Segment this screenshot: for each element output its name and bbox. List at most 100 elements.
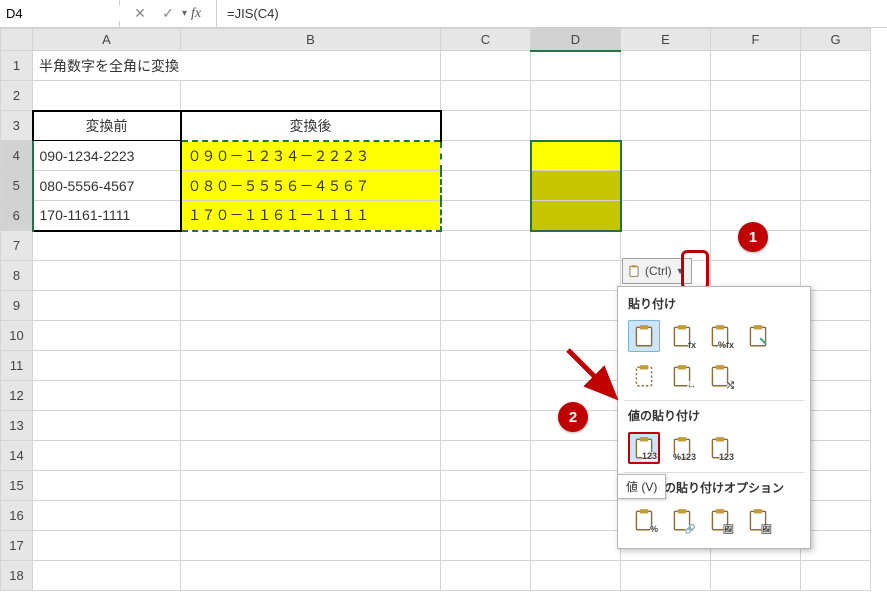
cell-C1[interactable] [441,51,531,81]
col-header-A[interactable]: A [33,29,181,51]
cell-G12[interactable] [801,381,871,411]
paste-option-formulas-number-format[interactable]: %fx [704,320,736,352]
cell-G5[interactable] [801,171,871,201]
paste-option-picture[interactable]: 🖼 [704,504,736,536]
cell-E18[interactable] [621,561,711,591]
cell-A11[interactable] [33,351,181,381]
cell-A8[interactable] [33,261,181,291]
col-header-D[interactable]: D [531,29,621,51]
cell-C4[interactable] [441,141,531,171]
cell-B4[interactable]: ０９０－１２３４－２２２３ [181,141,441,171]
cell-C7[interactable] [441,231,531,261]
row-header-3[interactable]: 3 [1,111,33,141]
paste-option-values-source-format[interactable]: 123 [704,432,736,464]
cell-F1[interactable] [711,51,801,81]
row-header-7[interactable]: 7 [1,231,33,261]
paste-option-values-number-format[interactable]: %123 [666,432,698,464]
cell-A10[interactable] [33,321,181,351]
cell-G9[interactable] [801,291,871,321]
cell-D16[interactable] [531,501,621,531]
cell-B16[interactable] [181,501,441,531]
select-all-corner[interactable] [1,29,33,51]
cell-E6[interactable] [621,201,711,231]
col-header-E[interactable]: E [621,29,711,51]
cell-C14[interactable] [441,441,531,471]
cell-A16[interactable] [33,501,181,531]
cell-G10[interactable] [801,321,871,351]
cell-C9[interactable] [441,291,531,321]
cell-A4[interactable]: 090-1234-2223 [33,141,181,171]
cell-B2[interactable] [181,81,441,111]
row-header-16[interactable]: 16 [1,501,33,531]
cell-F3[interactable] [711,111,801,141]
cell-D4[interactable] [531,141,621,171]
cell-C2[interactable] [441,81,531,111]
cell-D14[interactable] [531,441,621,471]
row-header-6[interactable]: 6 [1,201,33,231]
cell-G4[interactable] [801,141,871,171]
row-header-12[interactable]: 12 [1,381,33,411]
cell-D15[interactable] [531,471,621,501]
cell-F2[interactable] [711,81,801,111]
cell-G2[interactable] [801,81,871,111]
cell-C5[interactable] [441,171,531,201]
cell-A15[interactable] [33,471,181,501]
cell-C6[interactable] [441,201,531,231]
cell-D8[interactable] [531,261,621,291]
cell-A9[interactable] [33,291,181,321]
cell-C10[interactable] [441,321,531,351]
cell-A14[interactable] [33,441,181,471]
cell-B11[interactable] [181,351,441,381]
enter-icon[interactable]: ✓ [156,3,180,25]
cell-B10[interactable] [181,321,441,351]
cell-A17[interactable] [33,531,181,561]
cell-A6[interactable]: 170-1161-1111 [33,201,181,231]
row-header-10[interactable]: 10 [1,321,33,351]
cell-D6[interactable] [531,201,621,231]
cell-C3[interactable] [441,111,531,141]
cell-G3[interactable] [801,111,871,141]
cell-A18[interactable] [33,561,181,591]
cell-G14[interactable] [801,441,871,471]
fx-icon[interactable]: fx [184,3,208,25]
cell-D7[interactable] [531,231,621,261]
cell-C15[interactable] [441,471,531,501]
row-header-14[interactable]: 14 [1,441,33,471]
cell-B17[interactable] [181,531,441,561]
cell-G11[interactable] [801,351,871,381]
row-header-1[interactable]: 1 [1,51,33,81]
cell-B3[interactable]: 変換後 [181,111,441,141]
cell-D3[interactable] [531,111,621,141]
paste-option-keep-col-width[interactable]: ↔ [666,360,698,392]
cell-G17[interactable] [801,531,871,561]
cell-E2[interactable] [621,81,711,111]
row-header-15[interactable]: 15 [1,471,33,501]
cell-C11[interactable] [441,351,531,381]
cell-A13[interactable] [33,411,181,441]
cell-B18[interactable] [181,561,441,591]
paste-option-linked-picture[interactable]: 🖼 [742,504,774,536]
cell-B7[interactable] [181,231,441,261]
paste-option-link[interactable]: 🔗 [666,504,698,536]
col-header-C[interactable]: C [441,29,531,51]
cell-C18[interactable] [441,561,531,591]
cell-B15[interactable] [181,471,441,501]
cell-G8[interactable] [801,261,871,291]
paste-option-formatting[interactable]: % [628,504,660,536]
paste-option-transpose[interactable]: ⤭ [704,360,736,392]
formula-input[interactable]: =JIS(C4) [217,6,887,21]
cell-E4[interactable] [621,141,711,171]
cell-D17[interactable] [531,531,621,561]
cell-F5[interactable] [711,171,801,201]
row-header-5[interactable]: 5 [1,171,33,201]
cell-D1[interactable] [531,51,621,81]
cell-G13[interactable] [801,411,871,441]
col-header-B[interactable]: B [181,29,441,51]
cell-A5[interactable]: 080-5556-4567 [33,171,181,201]
paste-option-no-borders[interactable] [628,360,660,392]
cancel-icon[interactable]: ✕ [128,3,152,25]
cell-G16[interactable] [801,501,871,531]
cell-F4[interactable] [711,141,801,171]
col-header-G[interactable]: G [801,29,871,51]
cell-B6[interactable]: １７０－１１６１－１１１１ [181,201,441,231]
